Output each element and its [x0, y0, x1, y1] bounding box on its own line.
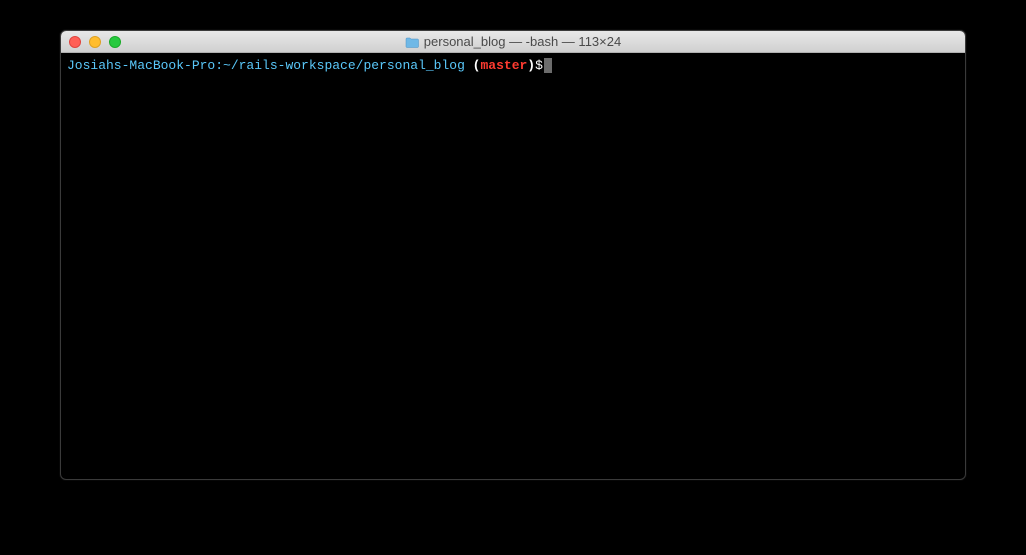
close-button[interactable]: [69, 36, 81, 48]
traffic-lights: [69, 36, 121, 48]
terminal-body[interactable]: Josiahs-MacBook-Pro:~/rails-workspace/pe…: [61, 53, 965, 479]
maximize-button[interactable]: [109, 36, 121, 48]
prompt-path: ~/rails-workspace/personal_blog: [223, 58, 465, 73]
terminal-window: personal_blog — -bash — 113×24 Josiahs-M…: [60, 30, 966, 480]
prompt-symbol: $: [535, 58, 543, 73]
titlebar[interactable]: personal_blog — -bash — 113×24: [61, 31, 965, 53]
title-text: personal_blog — -bash — 113×24: [424, 34, 621, 49]
prompt-branch-close: ): [527, 58, 535, 73]
folder-icon: [405, 36, 419, 47]
window-title: personal_blog — -bash — 113×24: [61, 31, 965, 52]
prompt-branch-open: (: [465, 58, 481, 73]
minimize-button[interactable]: [89, 36, 101, 48]
prompt-branch: master: [480, 58, 527, 73]
cursor: [544, 58, 552, 73]
prompt-host: Josiahs-MacBook-Pro:: [67, 58, 223, 73]
